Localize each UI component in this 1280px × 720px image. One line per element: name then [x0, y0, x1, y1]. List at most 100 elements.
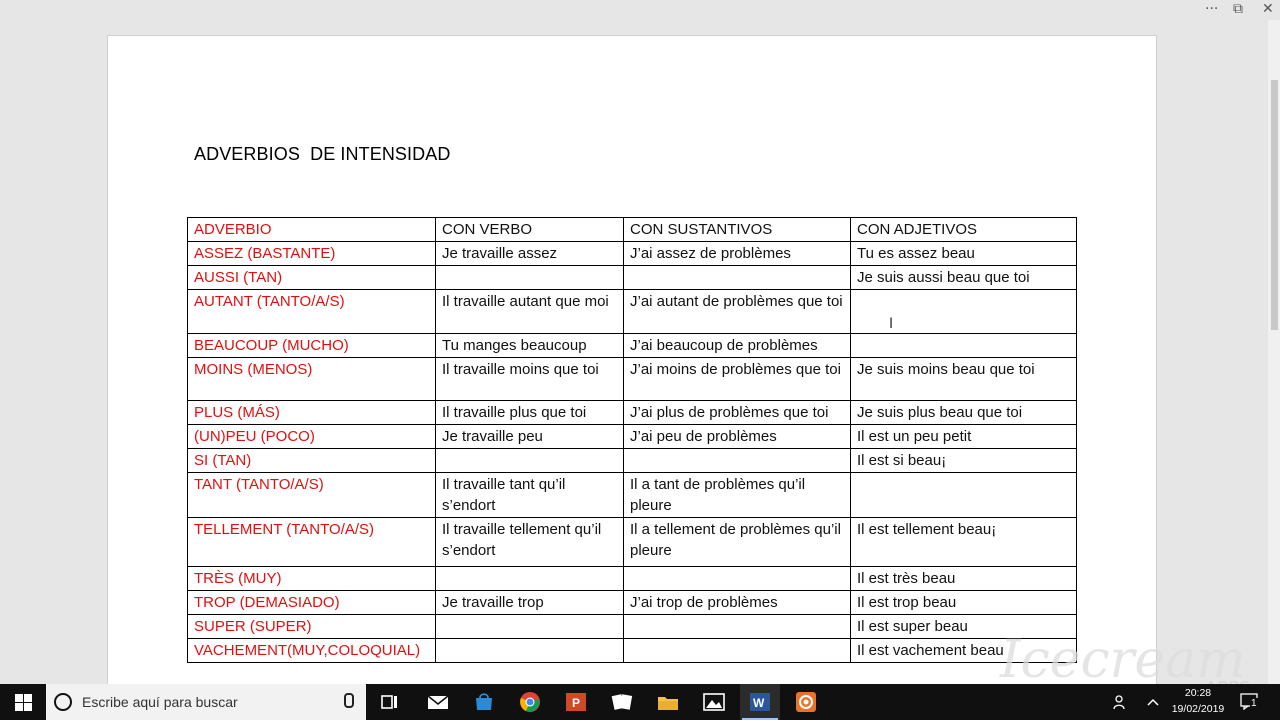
table-row: PLUS (MÁS) Il travaille plus que toi J’ai …	[187, 400, 1077, 425]
table-cell[interactable]: PLUS (MÁS)	[187, 400, 436, 425]
table-header-cell[interactable]: CON SUSTANTIVOS	[623, 217, 851, 242]
adverbs-table[interactable]: ADVERBIO CON VERBO CON SUSTANTIVOS CON ADJE…	[187, 217, 1077, 663]
table-cell[interactable]: Je suis aussi beau que toi	[850, 265, 1077, 290]
start-button[interactable]	[0, 684, 46, 720]
more-options-icon[interactable]: ···	[1205, 2, 1218, 16]
table-cell[interactable]: Il a tellement de problèmes qu’il pleure	[623, 517, 851, 567]
table-cell[interactable]: Il est très beau	[850, 566, 1077, 591]
table-cell[interactable]: Il est un peu petit	[850, 424, 1077, 449]
table-cell[interactable]	[850, 333, 1077, 358]
table-header-cell[interactable]: CON ADJETIVOS	[850, 217, 1077, 242]
table-cell[interactable]: J’ai beaucoup de problèmes	[623, 333, 851, 358]
table-cell[interactable]	[623, 638, 851, 663]
table-cell[interactable]: (UN)PEU (POCO)	[187, 424, 436, 449]
table-cell[interactable]	[850, 289, 1077, 334]
svg-text:W: W	[753, 696, 765, 710]
table-cell[interactable]	[435, 566, 624, 591]
people-icon[interactable]	[1112, 694, 1128, 710]
table-cell[interactable]: ASSEZ (BASTANTE)	[187, 241, 436, 266]
table-cell[interactable]: Il travaille tant qu’il s’endort	[435, 472, 624, 518]
table-cell[interactable]: J’ai autant de problèmes que toi	[623, 289, 851, 334]
notification-count: 1	[1250, 698, 1258, 709]
table-cell[interactable]	[623, 566, 851, 591]
table-cell[interactable]	[435, 265, 624, 290]
restore-icon[interactable]: ⧉	[1233, 2, 1243, 16]
table-cell[interactable]	[435, 614, 624, 639]
task-view-icon[interactable]	[378, 690, 402, 714]
table-cell[interactable]: Il est si beau¡	[850, 448, 1077, 473]
store-icon[interactable]	[472, 690, 496, 714]
window-title-bar: ··· ⧉ ✕	[0, 0, 1280, 22]
table-row: TRÈS (MUY) Il est très beau	[187, 566, 1077, 591]
table-row: TROP (DEMASIADO) Je travaille trop J’ai tr…	[187, 590, 1077, 615]
table-cell[interactable]	[623, 448, 851, 473]
table-row: ASSEZ (BASTANTE) Je travaille assez J’ai a…	[187, 241, 1077, 266]
solitaire-icon[interactable]	[610, 690, 634, 714]
microphone-icon[interactable]	[344, 693, 354, 708]
table-cell[interactable]	[623, 265, 851, 290]
table-cell[interactable]	[623, 614, 851, 639]
table-cell[interactable]: VACHEMENT(MUY,COLOQUIAL)	[187, 638, 436, 663]
table-cell[interactable]: Il travaille plus que toi	[435, 400, 624, 425]
table-cell[interactable]: Je suis plus beau que toi	[850, 400, 1077, 425]
chrome-icon[interactable]	[518, 690, 542, 714]
table-cell[interactable]: J’ai assez de problèmes	[623, 241, 851, 266]
table-cell[interactable]: Il travaille moins que toi	[435, 357, 624, 401]
close-icon[interactable]: ✕	[1262, 2, 1274, 16]
table-cell[interactable]: TANT (TANTO/A/S)	[187, 472, 436, 518]
table-cell[interactable]: J’ai peu de problèmes	[623, 424, 851, 449]
clock-time[interactable]: 20:28	[1168, 687, 1228, 699]
table-cell[interactable]: Il est tellement beau¡	[850, 517, 1077, 567]
table-cell[interactable]: BEAUCOUP (MUCHO)	[187, 333, 436, 358]
chevron-up-icon[interactable]	[1146, 696, 1160, 708]
table-cell[interactable]: Je travaille peu	[435, 424, 624, 449]
table-cell[interactable]: J’ai moins de problèmes que toi	[623, 357, 851, 401]
document-title: ADVERBIOS DE INTENSIDAD	[194, 144, 451, 164]
table-cell[interactable]: Il travaille autant que moi	[435, 289, 624, 334]
table-cell[interactable]: TELLEMENT (TANTO/A/S)	[187, 517, 436, 567]
table-cell[interactable]: Je travaille trop	[435, 590, 624, 615]
file-explorer-icon[interactable]	[656, 690, 680, 714]
photos-icon[interactable]	[702, 690, 726, 714]
table-header-cell[interactable]: CON VERBO	[435, 217, 624, 242]
scrollbar-thumb[interactable]	[1271, 80, 1278, 330]
table-cell[interactable]	[435, 448, 624, 473]
table-cell[interactable]: J’ai trop de problèmes	[623, 590, 851, 615]
table-row: AUSSI (TAN) Je suis aussi beau que toi	[187, 265, 1077, 290]
table-cell[interactable]: Il travaille tellement qu’il s’endort	[435, 517, 624, 567]
table-cell[interactable]: Je travaille assez	[435, 241, 624, 266]
screen-recorder-icon[interactable]	[794, 690, 818, 714]
powerpoint-icon[interactable]: P	[564, 690, 588, 714]
cortana-icon	[54, 693, 72, 711]
vertical-scrollbar[interactable]	[1268, 20, 1280, 684]
table-cell[interactable]: AUTANT (TANTO/A/S)	[187, 289, 436, 334]
action-center-button[interactable]: 1	[1240, 692, 1262, 712]
table-cell[interactable]: Il est trop beau	[850, 590, 1077, 615]
table-row: SI (TAN) Il est si beau¡	[187, 448, 1077, 473]
table-cell[interactable]: AUSSI (TAN)	[187, 265, 436, 290]
search-placeholder: Escribe aquí para buscar	[82, 694, 238, 710]
table-row: BEAUCOUP (MUCHO) Tu manges beaucoup J’ai b…	[187, 333, 1077, 358]
table-cell[interactable]: TROP (DEMASIADO)	[187, 590, 436, 615]
table-cell[interactable]: J’ai plus de problèmes que toi	[623, 400, 851, 425]
table-cell[interactable]: Tu es assez beau	[850, 241, 1077, 266]
windows-logo-icon	[14, 693, 32, 711]
svg-text:P: P	[572, 696, 580, 710]
text-cursor-icon: I	[889, 316, 894, 332]
clock-date[interactable]: 19/02/2019	[1166, 703, 1230, 715]
table-cell[interactable]: MOINS (MENOS)	[187, 357, 436, 401]
table-cell[interactable]: Il a tant de problèmes qu’il pleure	[623, 472, 851, 518]
table-row: SUPER (SUPER) Il est super beau	[187, 614, 1077, 639]
table-cell[interactable]	[435, 638, 624, 663]
table-header-cell[interactable]: ADVERBIO	[187, 217, 436, 242]
table-cell[interactable]: SUPER (SUPER)	[187, 614, 436, 639]
table-cell[interactable]	[850, 472, 1077, 518]
table-cell[interactable]: Tu manges beaucoup	[435, 333, 624, 358]
taskbar-search-box[interactable]: Escribe aquí para buscar	[46, 684, 366, 720]
table-cell[interactable]: Je suis moins beau que toi	[850, 357, 1077, 401]
mail-icon[interactable]	[426, 690, 450, 714]
word-taskbar-item[interactable]: W	[740, 684, 780, 720]
table-cell[interactable]: TRÈS (MUY)	[187, 566, 436, 591]
table-row: VACHEMENT(MUY,COLOQUIAL) Il est vachement…	[187, 638, 1077, 663]
table-cell[interactable]: SI (TAN)	[187, 448, 436, 473]
